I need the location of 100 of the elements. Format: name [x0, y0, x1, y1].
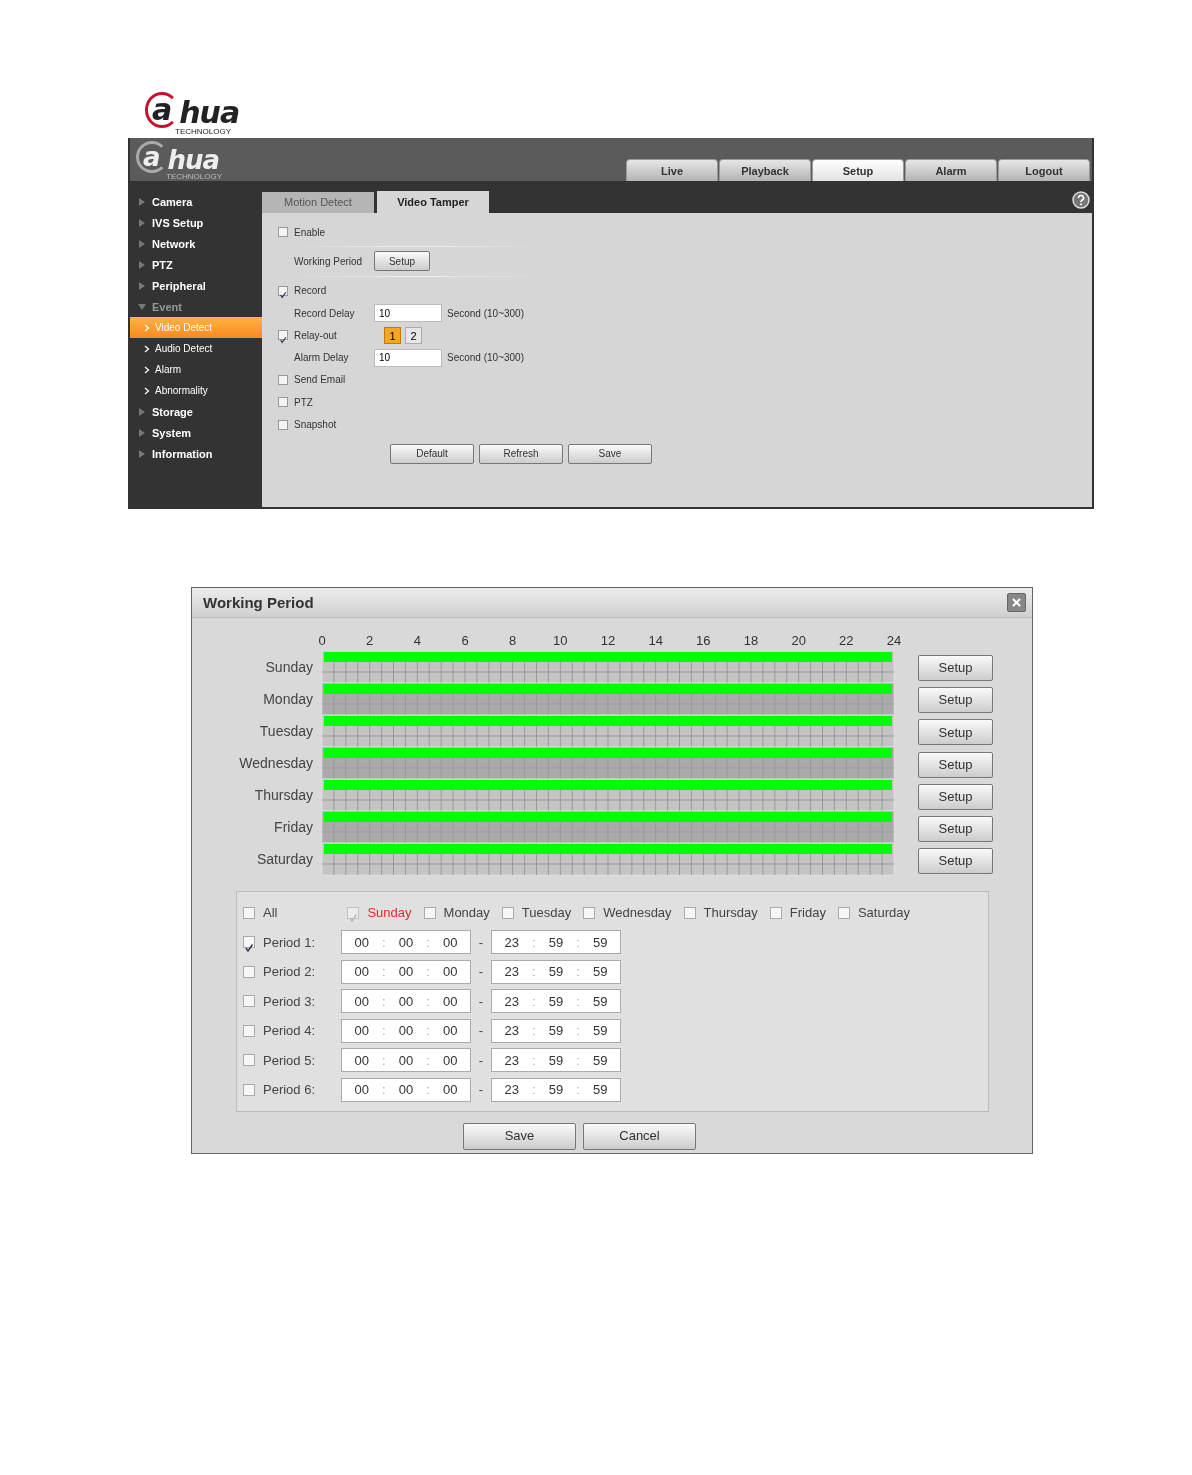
- time-field[interactable]: 23 : 59 : 59: [491, 930, 621, 955]
- tab[interactable]: Video Tamper: [377, 191, 489, 213]
- nav-tab[interactable]: Setup: [812, 159, 904, 181]
- period-label: Period 1:: [263, 933, 317, 952]
- time-value: 59: [548, 992, 564, 1011]
- tab[interactable]: Motion Detect: [262, 192, 374, 213]
- channel-button[interactable]: 2: [405, 326, 422, 344]
- time-value: 23: [504, 1051, 519, 1070]
- day-label: Thursday: [703, 904, 758, 922]
- day-label: Friday: [274, 819, 313, 835]
- time-value: 00: [442, 992, 458, 1011]
- setup-button[interactable]: Setup: [918, 815, 993, 842]
- checkbox[interactable]: [583, 906, 596, 919]
- triangle-right-icon: [138, 260, 146, 269]
- checkbox[interactable]: [423, 906, 436, 919]
- axis-tick-label: 0: [318, 633, 326, 648]
- nav-tab[interactable]: Playback: [719, 159, 811, 181]
- checkbox[interactable]: [278, 419, 288, 430]
- nav-tab[interactable]: Logout: [998, 159, 1090, 181]
- time-value: 59: [592, 1051, 608, 1070]
- sidebar-item[interactable]: Network: [130, 233, 262, 254]
- time-field[interactable]: 23 : 59 : 59: [491, 1048, 621, 1073]
- sidebar-subitem[interactable]: Audio Detect: [130, 338, 262, 359]
- sidebar-item[interactable]: PTZ: [130, 254, 262, 275]
- time-field[interactable]: 00 : 00 : 00: [341, 1077, 471, 1102]
- dialog-button[interactable]: Save: [463, 1122, 576, 1150]
- setup-button[interactable]: Setup: [918, 783, 993, 810]
- time-separator: :: [382, 1051, 386, 1070]
- time-field[interactable]: 00 : 00 : 00: [341, 989, 471, 1014]
- sidebar-item[interactable]: Information: [130, 443, 262, 464]
- time-value: 00: [354, 933, 369, 952]
- time-field[interactable]: 23 : 59 : 59: [491, 959, 621, 984]
- time-separator: :: [576, 1022, 580, 1040]
- time-field[interactable]: 00 : 00 : 00: [341, 959, 471, 984]
- help-icon[interactable]: [1072, 191, 1090, 209]
- sidebar-item[interactable]: Event: [130, 296, 262, 317]
- time-value: 00: [354, 992, 369, 1011]
- setup-button[interactable]: Setup: [918, 655, 993, 681]
- sidebar-item[interactable]: System: [130, 422, 262, 443]
- channel-button[interactable]: 1: [384, 326, 401, 344]
- time-field[interactable]: 00 : 00 : 00: [341, 1018, 471, 1043]
- sidebar-item[interactable]: Peripheral: [130, 275, 262, 296]
- axis-tick-label: 24: [886, 633, 902, 648]
- setup-button[interactable]: Setup: [918, 848, 993, 875]
- dialog-button[interactable]: Cancel: [583, 1122, 696, 1150]
- time-separator: :: [532, 933, 536, 952]
- checkbox[interactable]: [501, 906, 514, 919]
- time-value: 23: [504, 992, 519, 1011]
- day-label: Friday: [789, 904, 826, 922]
- sidebar-subitem[interactable]: Abnormality: [130, 380, 262, 401]
- range-separator: -: [477, 1051, 485, 1070]
- day-label: Sunday: [265, 659, 313, 675]
- input-field[interactable]: 10: [374, 304, 442, 323]
- checkbox-label: Relay-out: [293, 328, 338, 343]
- period-label: Period 4:: [263, 1022, 317, 1040]
- close-button[interactable]: [1007, 593, 1026, 612]
- checkbox[interactable]: [769, 906, 782, 919]
- setup-button[interactable]: Setup: [918, 719, 993, 746]
- time-value: 00: [354, 963, 369, 981]
- checkbox[interactable]: [243, 995, 255, 1008]
- checkbox[interactable]: [243, 906, 255, 919]
- form-button[interactable]: Default: [390, 443, 474, 464]
- checkbox[interactable]: [683, 906, 696, 919]
- checkbox[interactable]: [278, 227, 288, 238]
- checkbox[interactable]: [278, 330, 288, 341]
- triangle-right-icon: [138, 239, 146, 248]
- checkbox[interactable]: [243, 1024, 255, 1037]
- nav-tab[interactable]: Live: [626, 159, 718, 181]
- triangle-right-icon: [138, 281, 146, 290]
- time-field[interactable]: 23 : 59 : 59: [491, 1077, 621, 1102]
- time-value: 00: [442, 963, 458, 981]
- time-value: 59: [592, 992, 608, 1011]
- unit-label: Second (10~300): [447, 351, 524, 366]
- checkbox[interactable]: [278, 285, 288, 296]
- form-button[interactable]: Refresh: [479, 443, 563, 464]
- time-field[interactable]: 00 : 00 : 00: [341, 930, 471, 955]
- form-button[interactable]: Save: [568, 443, 652, 464]
- input-field[interactable]: 10: [374, 348, 442, 367]
- time-field[interactable]: 23 : 59 : 59: [491, 989, 621, 1014]
- checkbox[interactable]: [243, 965, 255, 978]
- setup-button[interactable]: Setup: [918, 687, 993, 714]
- checkbox[interactable]: [243, 1054, 255, 1067]
- sidebar-item[interactable]: IVS Setup: [130, 212, 262, 233]
- time-field[interactable]: 00 : 00 : 00: [341, 1048, 471, 1073]
- time-separator: :: [426, 1022, 430, 1040]
- checkbox[interactable]: [278, 397, 288, 408]
- sidebar-subitem[interactable]: Alarm: [130, 359, 262, 380]
- time-field[interactable]: 23 : 59 : 59: [491, 1018, 621, 1043]
- range-separator: -: [477, 963, 485, 981]
- checkbox[interactable]: [278, 374, 288, 385]
- time-separator: :: [576, 1051, 580, 1070]
- checkbox[interactable]: [837, 906, 850, 919]
- sidebar-item[interactable]: Storage: [130, 401, 262, 422]
- time-separator: :: [382, 992, 386, 1011]
- setup-button[interactable]: Setup: [918, 751, 993, 778]
- axis-tick-label: 8: [509, 633, 517, 648]
- nav-tab[interactable]: Alarm: [905, 159, 997, 181]
- setup-button[interactable]: Setup: [374, 251, 430, 272]
- sidebar-item[interactable]: Camera: [130, 191, 262, 212]
- checkbox[interactable]: [243, 1083, 255, 1096]
